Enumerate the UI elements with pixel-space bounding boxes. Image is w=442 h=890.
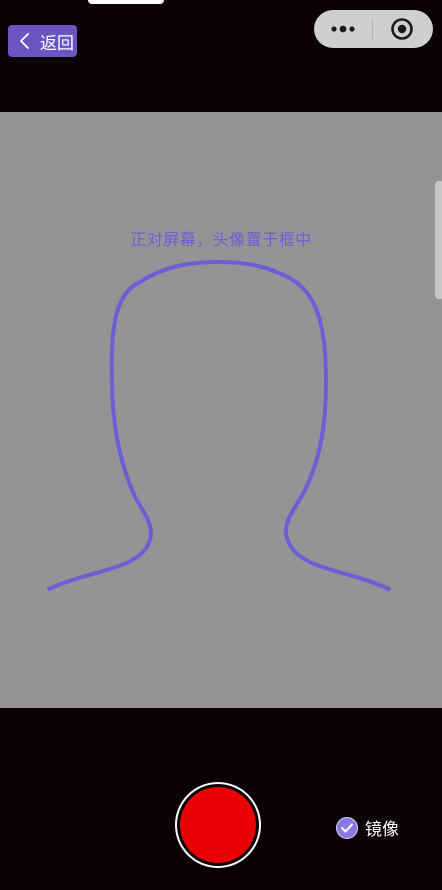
back-button[interactable]: 返回 [8,25,77,57]
status-indicator [88,0,164,4]
more-dots-icon [331,25,355,33]
chevron-left-icon [20,33,29,49]
check-icon[interactable] [336,816,358,839]
back-button-label: 返回 [40,33,74,54]
mirror-toggle[interactable]: 镜像 [336,815,399,840]
screen: 返回 正对屏幕，头像置于框中 镜像 [0,0,442,890]
record-dot [180,787,256,863]
camera-preview [0,112,442,708]
close-button[interactable] [373,10,431,48]
more-button[interactable] [314,10,372,48]
mini-program-capsule [314,10,433,48]
target-close-icon [391,18,413,40]
record-ring [177,784,259,866]
mirror-label: 镜像 [365,820,399,840]
record-button[interactable] [175,782,261,868]
face-hint-text: 正对屏幕，头像置于框中 [130,230,312,249]
